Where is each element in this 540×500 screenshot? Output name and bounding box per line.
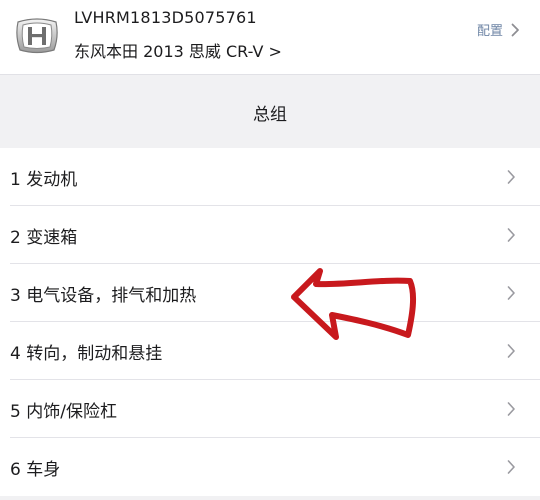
list-item[interactable]: 5 内饰/保险杠	[0, 380, 540, 438]
chevron-right-icon	[507, 170, 515, 184]
list-item-label: 2 变速箱	[10, 227, 78, 248]
chevron-right-icon	[511, 23, 519, 36]
chevron-right-icon	[507, 228, 515, 242]
vehicle-header[interactable]: LVHRM1813D5075761 东风本田 2013 思威 CR-V > 配置	[0, 0, 540, 75]
chevron-right-icon	[507, 402, 515, 416]
chevron-right-icon	[507, 460, 515, 474]
vin-number: LVHRM1813D5075761	[74, 8, 257, 27]
section-title: 总组	[253, 105, 287, 125]
vehicle-model-link[interactable]: 东风本田 2013 思威 CR-V >	[74, 38, 282, 62]
config-label: 配置	[476, 24, 503, 39]
list-item[interactable]: 2 变速箱	[0, 206, 540, 264]
list-item-label: 5 内饰/保险杠	[10, 401, 117, 422]
honda-logo-icon	[16, 18, 58, 54]
list-item[interactable]: 4 转向，制动和悬挂	[0, 322, 540, 380]
list-item-label: 3 电气设备，排气和加热	[10, 285, 197, 306]
chevron-right-icon	[507, 286, 515, 300]
list-item-label: 1 发动机	[10, 169, 78, 190]
list-item-label: 4 转向，制动和悬挂	[10, 343, 163, 364]
list-item[interactable]: 1 发动机	[0, 148, 540, 206]
list-item[interactable]: 6 车身	[0, 438, 540, 496]
chevron-right-icon	[507, 344, 515, 358]
list-item[interactable]: 3 电气设备，排气和加热	[0, 264, 540, 322]
list-item-label: 6 车身	[10, 459, 61, 480]
config-button[interactable]: 配置	[477, 20, 520, 39]
group-list: 1 发动机 2 变速箱 3 电气设备，排气和加热 4 转向，制动和悬挂 5 内饰…	[0, 148, 540, 496]
